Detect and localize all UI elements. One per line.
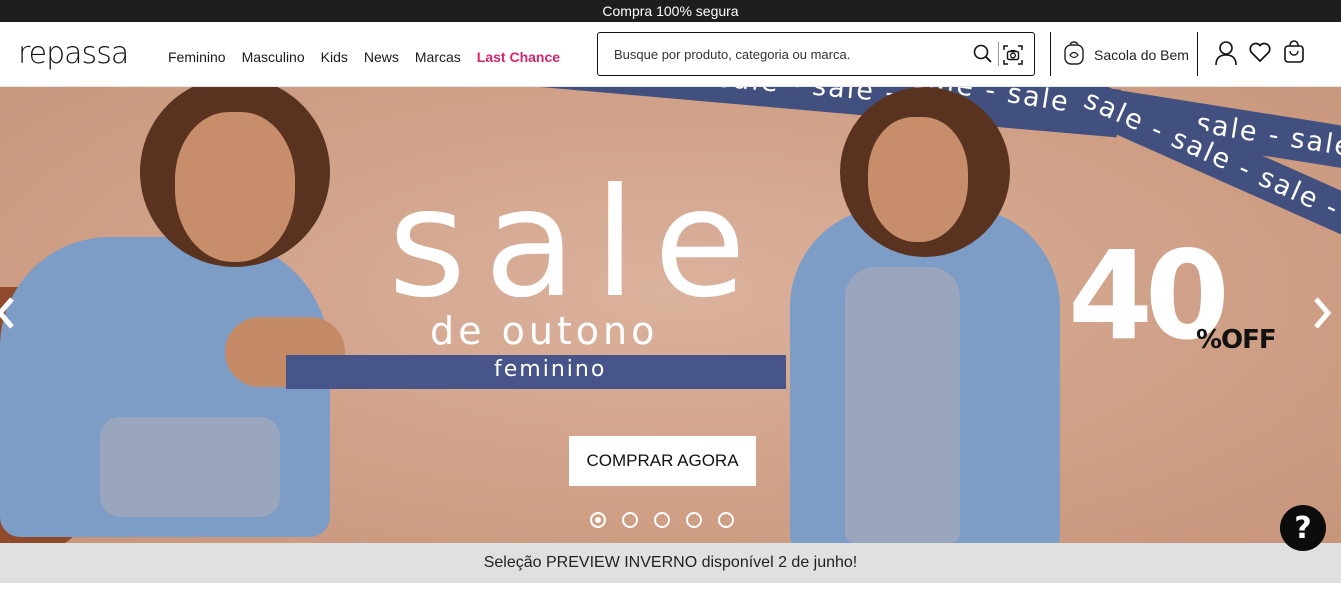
site-header: repassa Feminino Masculino Kids News Mar… [0,22,1341,87]
bag-icon[interactable] [1283,40,1305,69]
search-divider [998,42,999,66]
hero-subheadline: de outono [430,309,659,353]
carousel-dot-2[interactable] [622,512,638,528]
repassa-logo[interactable]: repassa [18,36,129,71]
carousel-dots [590,512,734,528]
sacola-do-bem-label: Sacola do Bem [1094,46,1189,63]
camera-icon[interactable] [1002,44,1024,71]
preview-announcement-text: Seleção PREVIEW INVERNO disponível 2 de … [483,554,858,571]
user-icon[interactable] [1214,40,1238,71]
nav-item-marcas[interactable]: Marcas [415,49,461,65]
nav-item-last-chance[interactable]: Last Chance [477,49,560,65]
carousel-next-icon[interactable] [1306,293,1336,333]
carousel-dot-3[interactable] [654,512,670,528]
help-button[interactable]: ? [1280,505,1326,551]
search-box [597,32,1035,76]
nav-item-news[interactable]: News [364,49,399,65]
search-icon[interactable] [973,44,993,69]
top-announcement-bar: Compra 100% segura [0,0,1341,22]
carousel-prev-icon[interactable] [0,293,24,333]
hero-banner[interactable]: sale - sale - sale - sale - sale - sale … [0,87,1341,543]
discount-suffix: %OFF [1196,325,1277,355]
secure-purchase-text: Compra 100% segura [602,3,739,19]
sacola-do-bem-link[interactable]: Sacola do Bem [1062,40,1189,69]
carousel-dot-4[interactable] [686,512,702,528]
heart-icon[interactable] [1248,40,1272,69]
carousel-dot-1[interactable] [590,512,606,528]
backpack-icon [1062,40,1086,69]
nav-item-masculino[interactable]: Masculino [242,49,305,65]
header-separator-2 [1197,32,1198,76]
header-separator [1050,32,1051,76]
nav-item-kids[interactable]: Kids [321,49,348,65]
carousel-dot-5[interactable] [718,512,734,528]
main-nav: Feminino Masculino Kids News Marcas Last… [168,49,560,65]
nav-item-feminino[interactable]: Feminino [168,49,226,65]
hero-headline: sale [388,157,765,331]
search-input[interactable] [598,46,958,62]
preview-announcement-bar: Seleção PREVIEW INVERNO disponível 2 de … [0,543,1341,583]
comprar-agora-button[interactable]: COMPRAR AGORA [569,436,756,486]
hero-category: feminino [494,357,607,382]
